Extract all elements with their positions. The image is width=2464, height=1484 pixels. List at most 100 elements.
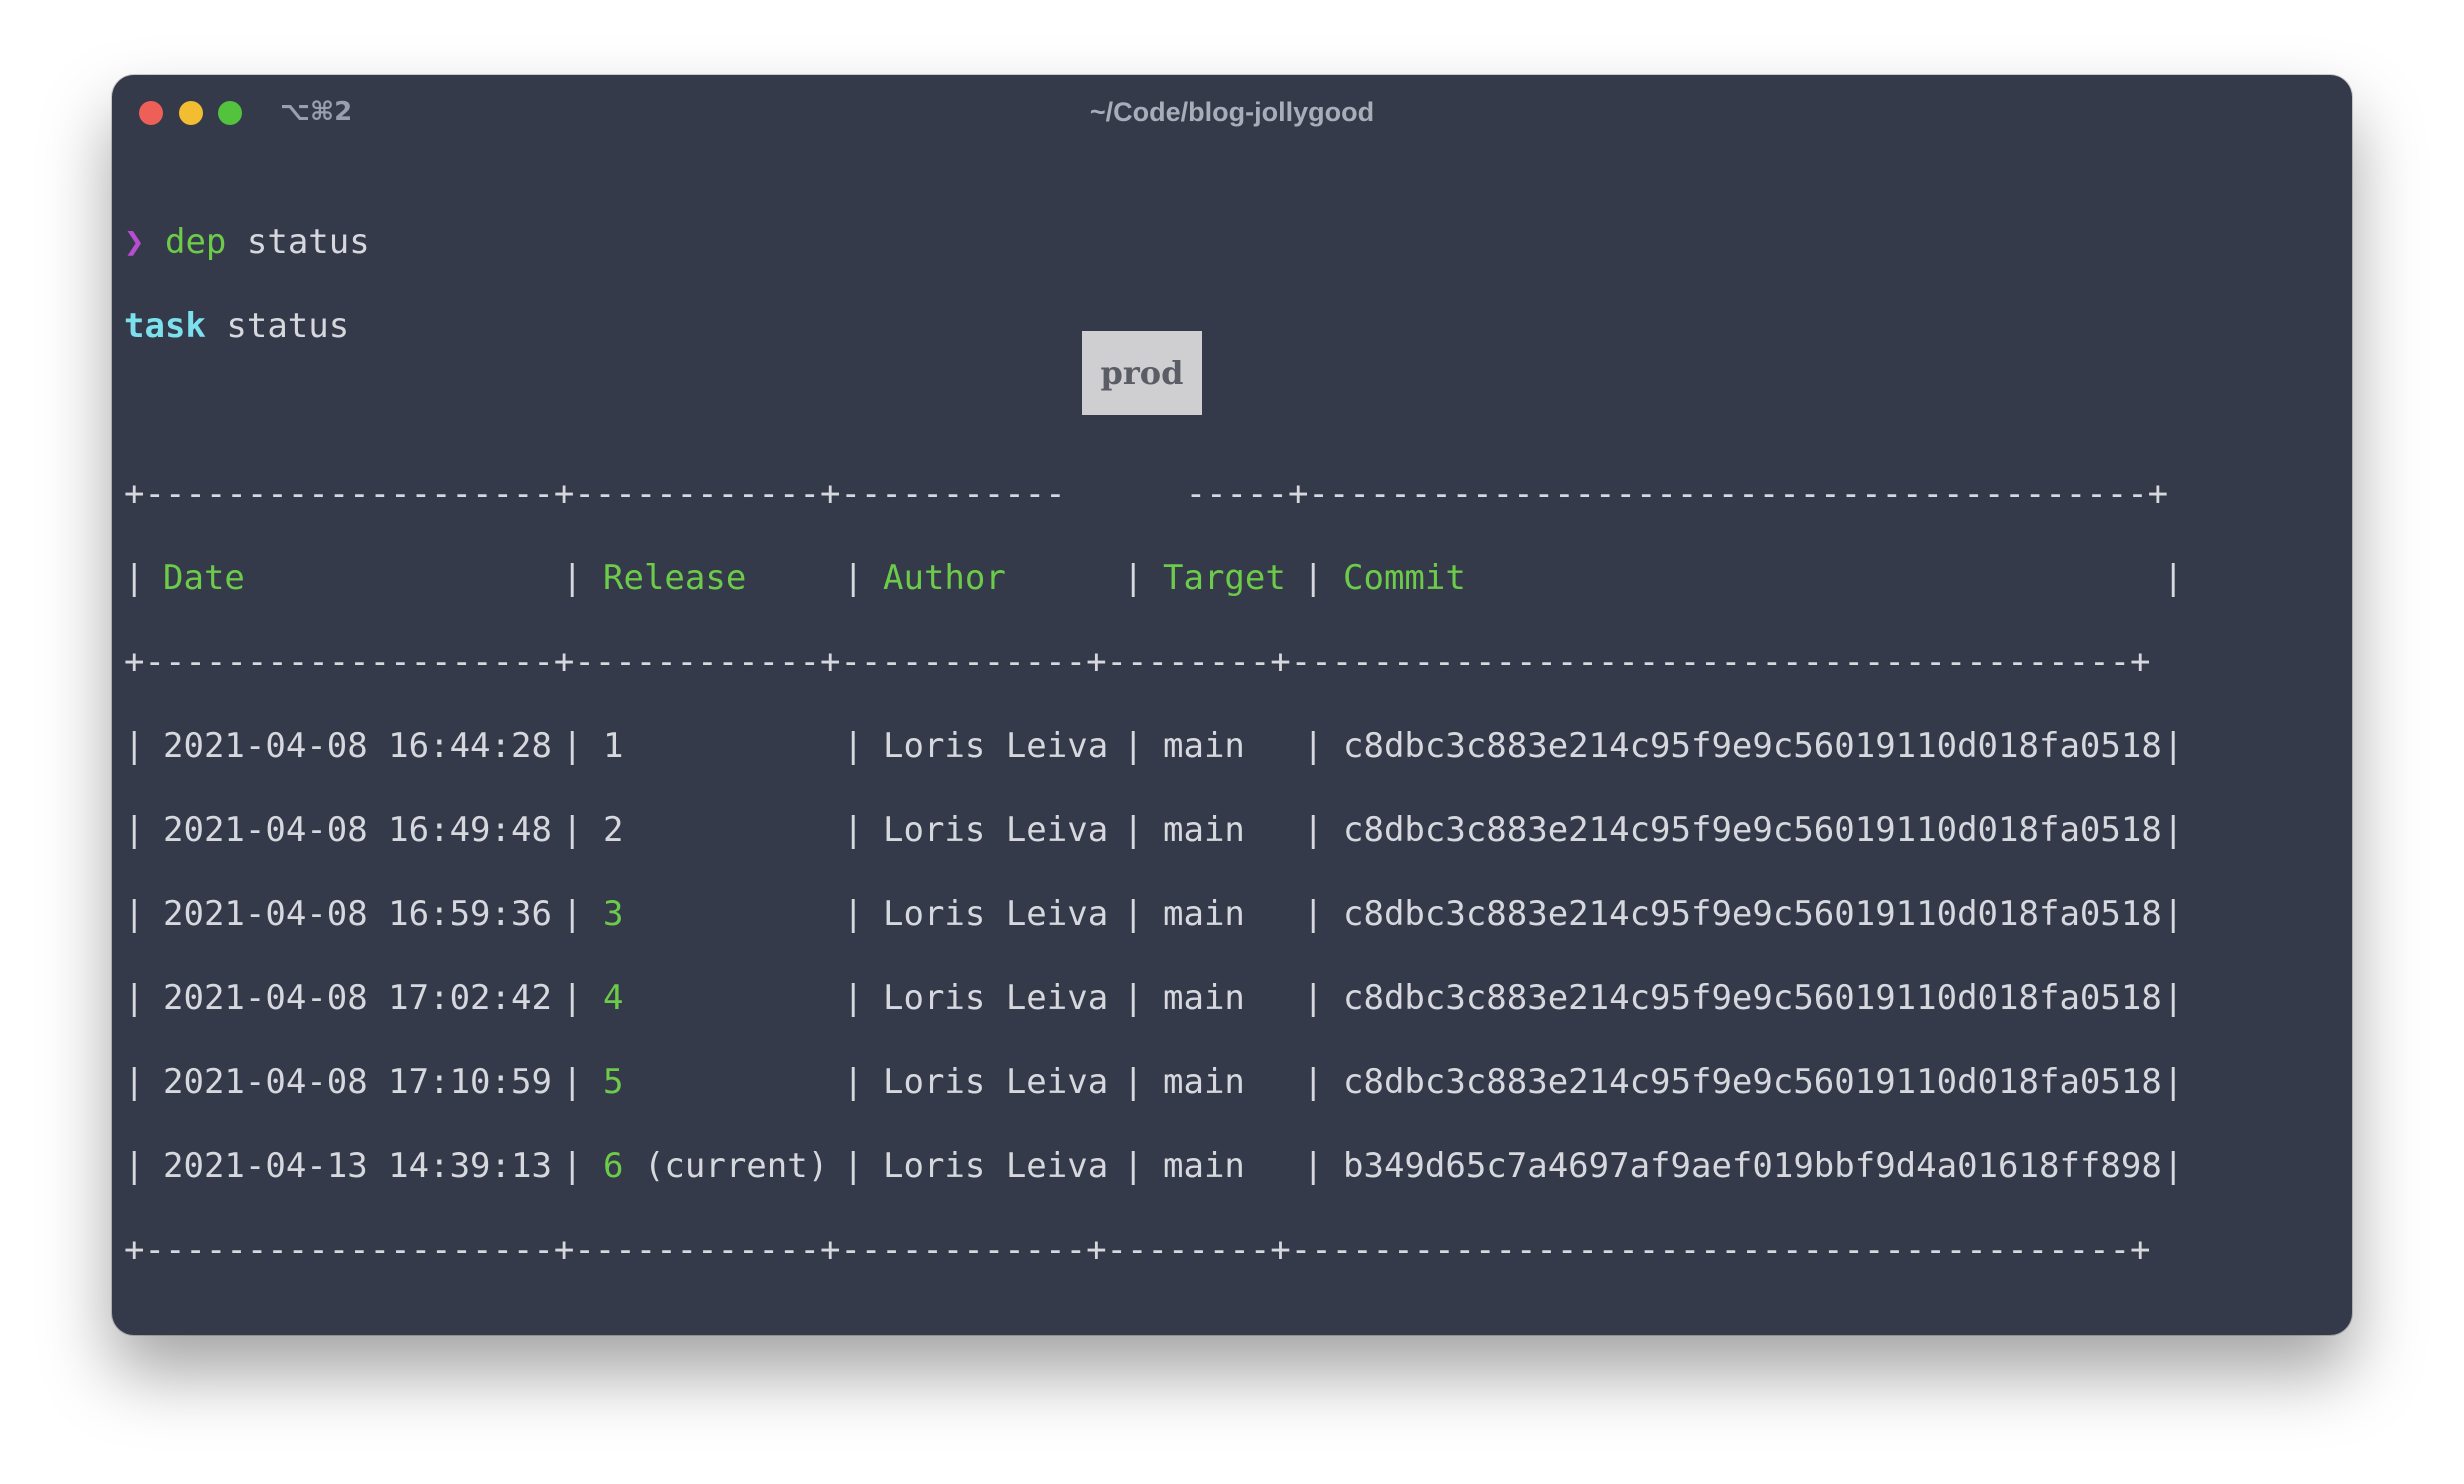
header-commit: Commit	[1343, 558, 1466, 598]
release-number: 2	[603, 810, 624, 850]
cell-author: Loris Leiva	[883, 810, 1109, 850]
table-row: | 2021-04-08 16:44:28 | 1 | Loris Leiva | main |…	[124, 704, 2324, 788]
column-separator: |	[124, 1146, 145, 1186]
column-separator: |	[562, 1062, 583, 1102]
cell-release: 4	[603, 956, 623, 1040]
header-author: Author	[883, 558, 1006, 598]
cell-date: 2021-04-08 16:44:28	[163, 726, 552, 766]
cell-commit: c8dbc3c883e214c95f9e9c56019110d018fa0518	[1343, 810, 2162, 850]
header-target: Target	[1163, 558, 1286, 598]
cell-target: main	[1163, 1062, 1245, 1102]
column-separator: |	[562, 558, 583, 598]
cell-author: Loris Leiva	[883, 894, 1109, 934]
column-separator: |	[562, 726, 583, 766]
cell-date: 2021-04-08 16:49:48	[163, 810, 552, 850]
cell-date: 2021-04-13 14:39:13	[163, 1146, 552, 1186]
column-separator: |	[562, 810, 583, 850]
column-separator: |	[1123, 1146, 1144, 1186]
table-header-row: | Date | Release | Author | Target | Com…	[124, 536, 2324, 620]
title-bar[interactable]: ⌥⌘2 ~/Code/blog-jollygood	[112, 75, 2352, 155]
release-number: 5	[603, 1062, 624, 1102]
cell-release: 5	[603, 1040, 623, 1124]
column-separator: |	[1303, 1062, 1324, 1102]
task-line: task status	[124, 284, 349, 368]
table-bottom-border: +--------------------+------------+-----…	[124, 1230, 2151, 1270]
release-suffix: (current)	[623, 1146, 829, 1186]
column-separator: |	[843, 1062, 864, 1102]
column-separator: |	[124, 810, 145, 850]
column-separator: |	[1123, 726, 1144, 766]
table-top-border-right: -----+----------------------------------…	[1185, 474, 2169, 514]
cell-author: Loris Leiva	[883, 726, 1109, 766]
column-separator: |	[843, 558, 864, 598]
cell-author: Loris Leiva	[883, 1062, 1109, 1102]
cell-commit: c8dbc3c883e214c95f9e9c56019110d018fa0518	[1343, 1062, 2162, 1102]
column-separator: |	[562, 1146, 583, 1186]
prompt-line: ❯ dep status	[124, 200, 370, 284]
cell-target: main	[1163, 894, 1245, 934]
cell-date: 2021-04-08 17:02:42	[163, 978, 552, 1018]
column-separator: |	[124, 894, 145, 934]
column-separator: |	[2163, 726, 2184, 766]
column-separator: |	[843, 726, 864, 766]
header-release: Release	[603, 558, 747, 598]
column-separator: |	[2163, 810, 2184, 850]
column-separator: |	[1303, 558, 1324, 598]
cell-release: 3	[603, 872, 623, 956]
release-number: 4	[603, 978, 624, 1018]
window-title: ~/Code/blog-jollygood	[1089, 97, 1375, 127]
column-separator: |	[1303, 810, 1324, 850]
column-separator: |	[1303, 894, 1324, 934]
column-separator: |	[562, 894, 583, 934]
cell-target: main	[1163, 978, 1245, 1018]
cell-date: 2021-04-08 16:59:36	[163, 894, 552, 934]
table-top-border: +--------------------+------------+-----…	[124, 452, 2168, 536]
release-number: 3	[603, 894, 624, 934]
table-row: | 2021-04-08 16:59:36 | 3 | Loris Leiva | main |…	[124, 872, 2324, 956]
task-label: task	[124, 306, 206, 346]
cell-author: Loris Leiva	[883, 1146, 1109, 1186]
prompt-chevron-icon: ❯	[124, 222, 145, 262]
cell-release: 6 (current)	[603, 1124, 828, 1208]
command-name: dep	[164, 222, 227, 262]
cell-date: 2021-04-08 17:10:59	[163, 1062, 552, 1102]
environment-badge: prod	[1082, 331, 1202, 415]
cell-commit: c8dbc3c883e214c95f9e9c56019110d018fa0518	[1343, 978, 2162, 1018]
column-separator: |	[124, 1062, 145, 1102]
table-row: | 2021-04-08 16:49:48 | 2 | Loris Leiva | main |…	[124, 788, 2324, 872]
column-separator: |	[843, 978, 864, 1018]
task-name: status	[226, 306, 350, 346]
table-row: | 2021-04-13 14:39:13 | 6 (current) | Loris L…	[124, 1124, 2324, 1208]
cell-target: main	[1163, 726, 1245, 766]
column-separator: |	[1303, 726, 1324, 766]
column-separator: |	[562, 978, 583, 1018]
release-number: 6	[603, 1146, 624, 1186]
column-separator: |	[124, 978, 145, 1018]
column-separator: |	[1303, 978, 1324, 1018]
column-separator: |	[1123, 894, 1144, 934]
command-argument: status	[246, 222, 370, 262]
table-top-border-left: +--------------------+------------+-----…	[124, 474, 1066, 514]
column-separator: |	[1123, 1062, 1144, 1102]
column-separator: |	[2163, 1062, 2184, 1102]
cell-release: 1	[603, 704, 623, 788]
cell-commit: c8dbc3c883e214c95f9e9c56019110d018fa0518	[1343, 894, 2162, 934]
table-row: | 2021-04-08 17:02:42 | 4 | Loris Leiva | main |…	[124, 956, 2324, 1040]
table-header-border: +--------------------+------------+-----…	[124, 642, 2151, 682]
cell-author: Loris Leiva	[883, 978, 1109, 1018]
header-date: Date	[163, 558, 245, 598]
column-separator: |	[2163, 978, 2184, 1018]
column-separator: |	[1123, 978, 1144, 1018]
release-number: 1	[603, 726, 624, 766]
column-separator: |	[843, 810, 864, 850]
column-separator: |	[2163, 558, 2184, 598]
terminal-window: ⌥⌘2 ~/Code/blog-jollygood ❯ dep status t…	[112, 75, 2352, 1335]
column-separator: |	[1123, 810, 1144, 850]
cell-target: main	[1163, 1146, 1245, 1186]
column-separator: |	[843, 894, 864, 934]
column-separator: |	[124, 726, 145, 766]
cell-target: main	[1163, 810, 1245, 850]
column-separator: |	[2163, 1146, 2184, 1186]
cell-release: 2	[603, 788, 623, 872]
column-separator: |	[2163, 894, 2184, 934]
